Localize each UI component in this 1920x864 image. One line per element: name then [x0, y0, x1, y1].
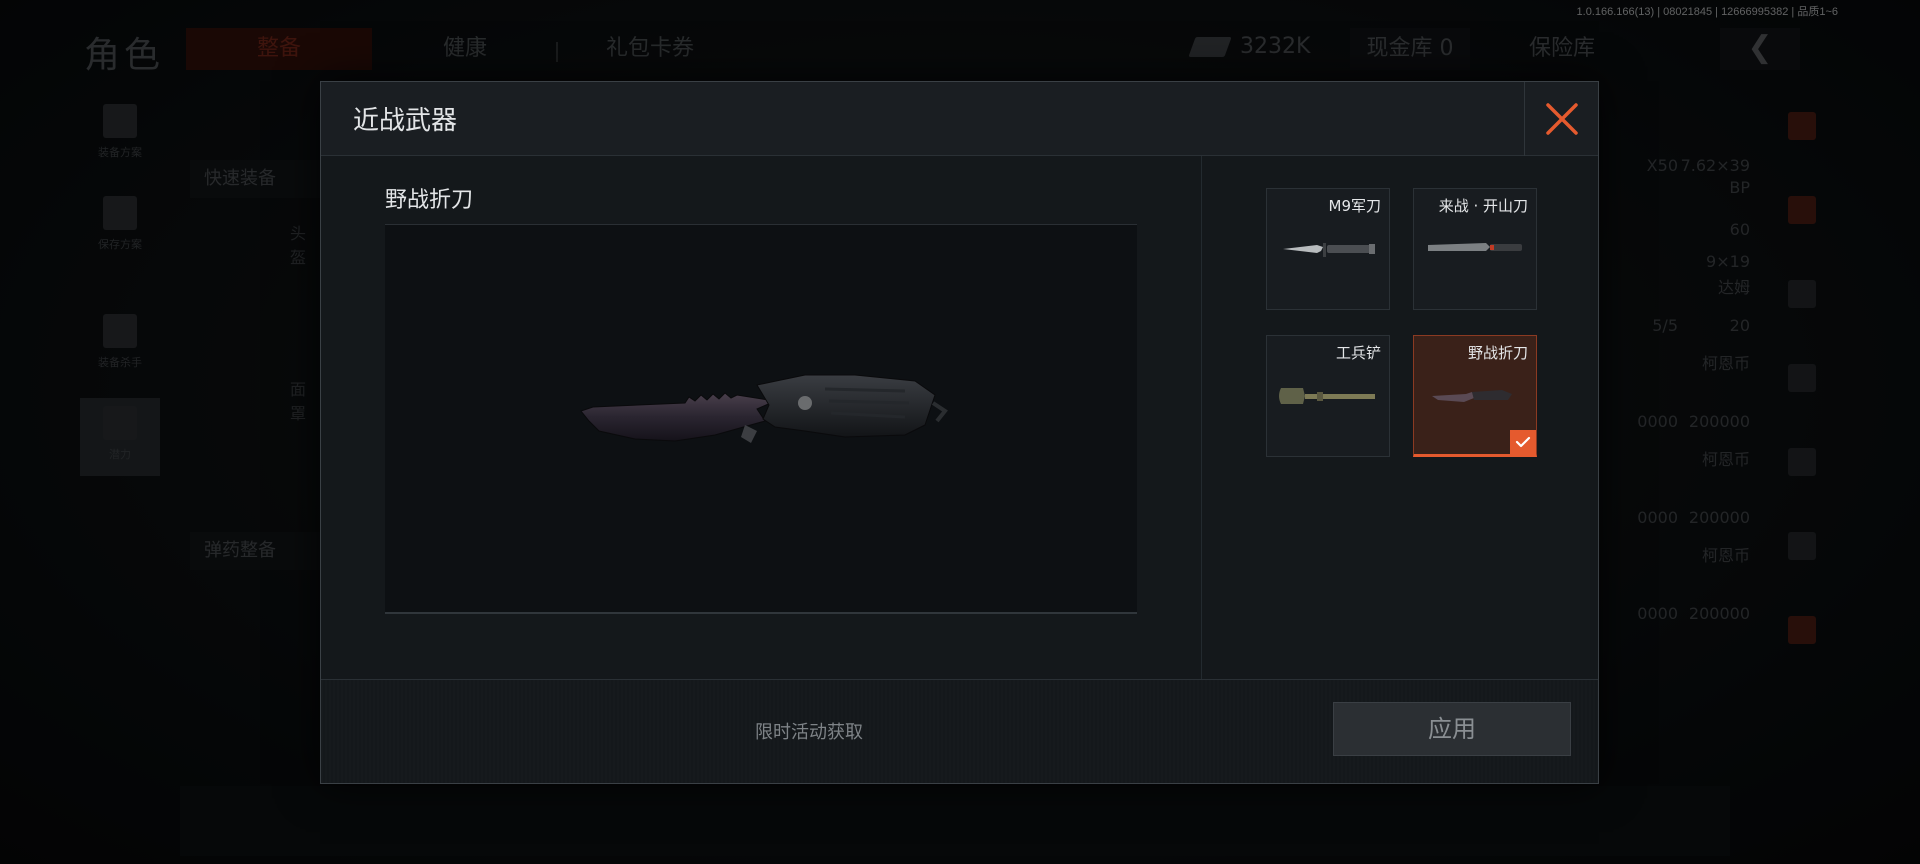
grid-cell: 5/5 — [1652, 316, 1678, 335]
nav-loadout-plan[interactable]: 装备方案 — [80, 96, 160, 174]
grid-cell: 60 — [1729, 220, 1750, 239]
cash-vault-button[interactable]: 现金库 0 — [1350, 28, 1470, 70]
ammo-icon — [1788, 532, 1816, 560]
helmet-icon-button[interactable] — [1774, 280, 1830, 340]
grid-cell: 200000 — [1688, 604, 1750, 623]
bayonet-icon — [1283, 243, 1375, 257]
machete-icon — [1428, 243, 1522, 251]
armor-icon — [103, 104, 137, 138]
grid-cell: X50 — [1646, 156, 1678, 175]
bottom-strip — [180, 786, 1730, 856]
melee-weapon-modal: 近战武器 野战折刀 M9军刀 来战 · 开山刀 工兵铲 野战折刀 限时活动获取 … — [320, 81, 1599, 784]
tab-gift-cards[interactable]: 礼包卡券 — [580, 28, 720, 70]
grid-cell: 柯恩币 — [1701, 546, 1750, 565]
weapon-card-label: 野战折刀 — [1467, 344, 1528, 362]
weapon-card-label: 来战 · 开山刀 — [1438, 197, 1528, 215]
weapon-card-m9[interactable]: M9军刀 — [1266, 188, 1390, 310]
modal-footer: 限时活动获取 应用 — [321, 679, 1598, 783]
acquire-note: 限时活动获取 — [755, 722, 863, 743]
skull-icon — [103, 314, 137, 348]
check-icon — [1515, 436, 1531, 448]
nav-save-plan[interactable]: 保存方案 — [80, 188, 160, 266]
panel-divider — [1201, 156, 1202, 680]
magazine-icon — [1788, 448, 1816, 476]
left-panel: 快速装备 头盔 面罩 弹药整备 — [180, 96, 330, 716]
shovel-icon — [1279, 388, 1375, 404]
helmet-icon — [1788, 280, 1816, 308]
lightning-hex-icon — [103, 406, 137, 440]
left-nav: 装备方案 保存方案 装备杀手 潜力 — [80, 96, 160, 490]
selected-weapon-name: 野战折刀 — [385, 188, 474, 213]
top-bar: 角色 整备 健康 礼包卡券 3232K 现金库 0 保险库 ❮ — [0, 18, 1920, 78]
tab-equip[interactable]: 整备 — [186, 28, 372, 70]
tab-separator — [556, 42, 558, 62]
hat-icon — [1788, 196, 1816, 224]
grid-cell: 200000 — [1688, 412, 1750, 431]
tab-health[interactable]: 健康 — [410, 28, 520, 70]
weapon-card-machete[interactable]: 来战 · 开山刀 — [1413, 188, 1537, 310]
weapon-card-folding-knife[interactable]: 野战折刀 — [1413, 335, 1537, 457]
cash-icon — [1188, 36, 1232, 57]
back-button[interactable]: ❮ — [1720, 28, 1800, 70]
nav-killer[interactable]: 装备杀手 — [80, 306, 160, 384]
page-title: 角色 — [84, 35, 165, 76]
weapon-card-label: 工兵铲 — [1335, 344, 1381, 362]
quick-equip-button[interactable]: 快速装备 — [190, 160, 330, 198]
grid-cell: 0000 — [1637, 412, 1678, 431]
stack-icon — [1788, 112, 1816, 140]
download-icon — [103, 196, 137, 230]
weapon-preview — [385, 224, 1137, 614]
grid-cell: 0000 — [1637, 508, 1678, 527]
add-icon-button[interactable] — [1774, 616, 1830, 676]
ammo-icon-button[interactable] — [1774, 532, 1830, 592]
money-display: 3232K — [1188, 34, 1311, 59]
apply-button[interactable]: 应用 — [1333, 702, 1571, 756]
grid-cell: 20 — [1729, 316, 1750, 335]
grid-cell: BP — [1729, 178, 1750, 197]
grid-cell: 柯恩币 — [1701, 354, 1750, 373]
safe-vault-button[interactable]: 保险库 — [1502, 28, 1622, 70]
plus-icon — [1788, 616, 1816, 644]
right-icon-bar — [1774, 96, 1830, 700]
modal-header: 近战武器 — [321, 82, 1598, 156]
selected-check — [1510, 430, 1536, 454]
grid-cell: 达姆 — [1717, 278, 1750, 297]
nav-potential[interactable]: 潜力 — [80, 398, 160, 476]
grid-cell: 7.62×39 — [1680, 156, 1750, 175]
close-icon — [1545, 103, 1578, 135]
mask-label: 面罩 — [290, 380, 307, 423]
grid-cell: 9×19 — [1706, 252, 1750, 271]
grid-cell: 0000 — [1637, 604, 1678, 623]
weapon-card-label: M9军刀 — [1328, 197, 1382, 215]
grid-cell: 柯恩币 — [1701, 450, 1750, 469]
money-amount: 3232K — [1240, 34, 1311, 59]
magazine-icon-button[interactable] — [1774, 448, 1830, 508]
helmet-label: 头盔 — [290, 224, 307, 267]
version-text: 1.0.166.166(13) | 08021845 | 12666995382… — [1576, 6, 1838, 18]
grid-cell: 200000 — [1688, 508, 1750, 527]
ammo-prep-button[interactable]: 弹药整备 — [190, 532, 330, 570]
folding-knife-icon — [580, 374, 948, 443]
folding-knife-icon — [1432, 390, 1512, 402]
weapon-card-shovel[interactable]: 工兵铲 — [1266, 335, 1390, 457]
chevron-left-icon: ❮ — [1747, 30, 1773, 65]
hat-icon-button[interactable] — [1774, 196, 1830, 256]
stack-icon-button[interactable] — [1774, 112, 1830, 172]
close-button[interactable] — [1524, 82, 1598, 156]
rifle-icon — [1788, 364, 1816, 392]
modal-title: 近战武器 — [353, 106, 458, 136]
rifle-icon-button[interactable] — [1774, 364, 1830, 424]
